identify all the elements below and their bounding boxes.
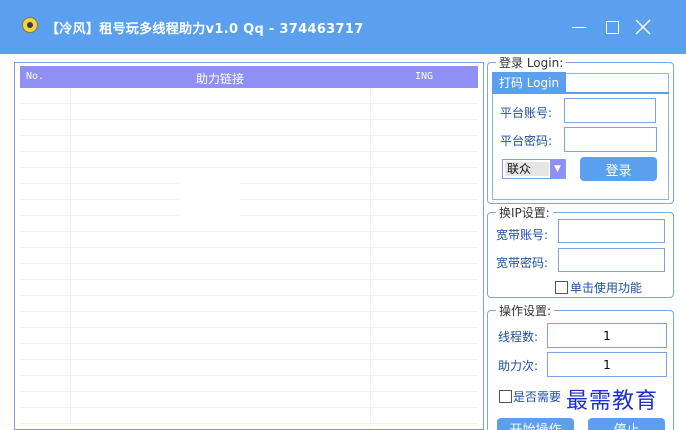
tab-underline — [492, 92, 669, 94]
maximize-button[interactable] — [597, 13, 627, 41]
column-separator — [70, 88, 71, 428]
broadband-account-input[interactable] — [558, 219, 665, 243]
list-body[interactable] — [20, 88, 478, 428]
login-button[interactable]: 登录 — [580, 157, 657, 181]
close-button[interactable] — [628, 13, 658, 41]
single-use-checkbox[interactable] — [555, 281, 568, 294]
broadband-password-input[interactable] — [558, 248, 665, 272]
ip-settings-legend: 换IP设置: — [496, 204, 553, 221]
assist-link-list[interactable]: No. 助力链接 ING — [14, 62, 484, 430]
single-use-label: 单击使用功能 — [570, 281, 643, 295]
column-separator — [370, 88, 371, 428]
carrier-select[interactable]: 联众 ▼ — [502, 159, 566, 179]
assist-count-input[interactable] — [547, 352, 667, 377]
thread-count-input[interactable] — [547, 323, 667, 348]
platform-account-input[interactable] — [564, 98, 656, 123]
need-option-label: 是否需要 — [513, 390, 562, 404]
stop-button[interactable]: 停止 — [588, 418, 665, 430]
list-blank-area — [180, 183, 240, 223]
platform-account-label: 平台账号: — [500, 106, 553, 120]
title-bar: 【冷风】租号玩多线程助力v1.0 Qq - 374463717 — [0, 0, 686, 54]
list-header: No. 助力链接 ING — [20, 66, 478, 88]
window-title: 【冷风】租号玩多线程助力v1.0 Qq - 374463717 — [46, 22, 364, 37]
chevron-down-icon[interactable]: ▼ — [550, 160, 565, 178]
app-icon — [22, 17, 38, 33]
column-header-no[interactable]: No. — [26, 71, 44, 82]
start-button[interactable]: 开始操作 — [497, 418, 574, 430]
carrier-select-value: 联众 — [505, 162, 549, 176]
operation-settings-legend: 操作设置: — [496, 302, 555, 319]
column-header-link[interactable]: 助力链接 — [196, 70, 244, 87]
platform-password-label: 平台密码: — [500, 134, 553, 148]
platform-password-input[interactable] — [564, 127, 657, 152]
maximize-icon — [605, 20, 619, 34]
thread-count-label: 线程数: — [498, 330, 539, 344]
assist-count-label: 助力次: — [498, 359, 539, 373]
minimize-button[interactable] — [564, 13, 594, 41]
broadband-account-label: 宽带账号: — [496, 228, 549, 242]
need-option-checkbox[interactable] — [499, 390, 512, 403]
broadband-password-label: 宽带密码: — [496, 256, 549, 270]
tab-captcha-login[interactable]: 打码 Login — [492, 72, 566, 92]
watermark-text: 最需教育 — [566, 389, 659, 414]
minimize-icon — [572, 26, 586, 28]
column-header-ing[interactable]: ING — [415, 71, 433, 82]
login-legend: 登录 Login: — [496, 54, 567, 71]
close-icon — [635, 19, 651, 35]
